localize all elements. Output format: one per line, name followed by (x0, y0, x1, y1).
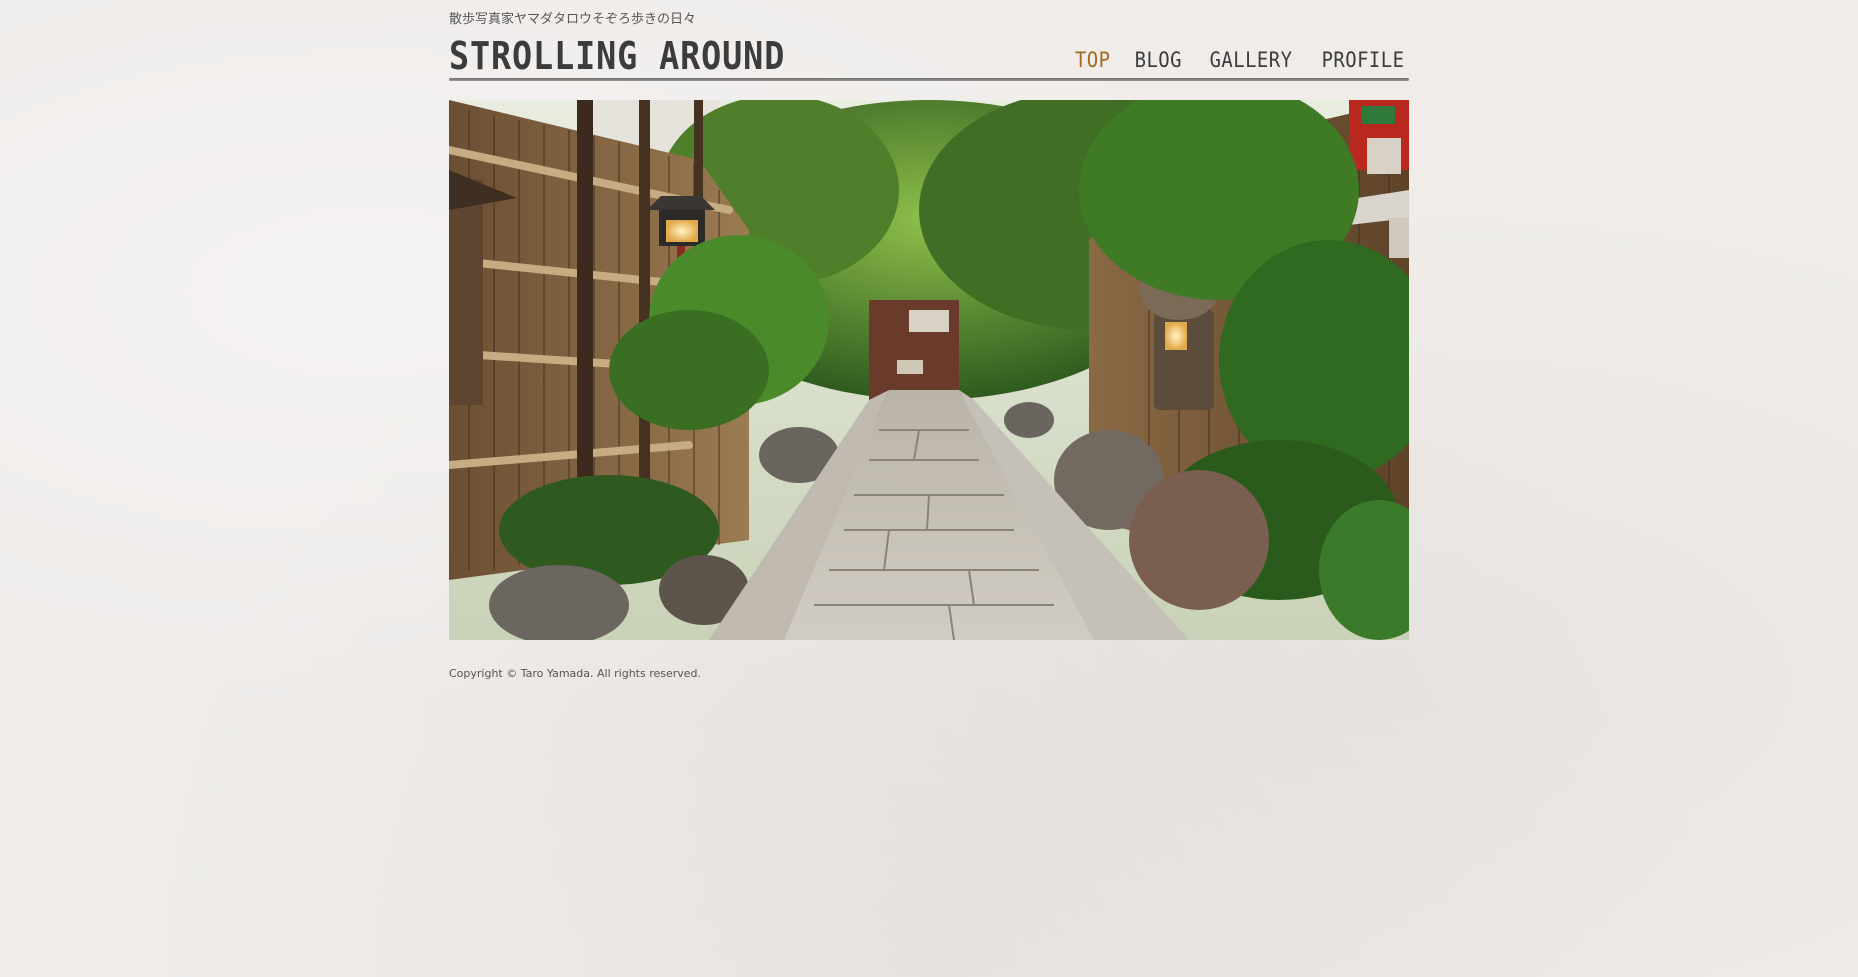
nav-item-top[interactable]: TOP (1075, 48, 1110, 72)
garden-path-photo (449, 100, 1409, 640)
site-tagline: 散歩写真家ヤマダタロウそぞろ歩きの日々 (449, 12, 697, 27)
nav-item-profile[interactable]: PROFILE (1322, 48, 1405, 72)
nav-item-blog[interactable]: BLOG (1135, 48, 1182, 72)
header-divider (449, 78, 1409, 81)
main-nav: TOP BLOG GALLERY PROFILE (1073, 48, 1409, 72)
site-logo[interactable]: STROLLING AROUND (449, 34, 785, 78)
nav-item-gallery[interactable]: GALLERY (1210, 48, 1293, 72)
hero-image (449, 100, 1409, 640)
footer-copyright: Copyright © Taro Yamada. All rights rese… (449, 667, 702, 680)
